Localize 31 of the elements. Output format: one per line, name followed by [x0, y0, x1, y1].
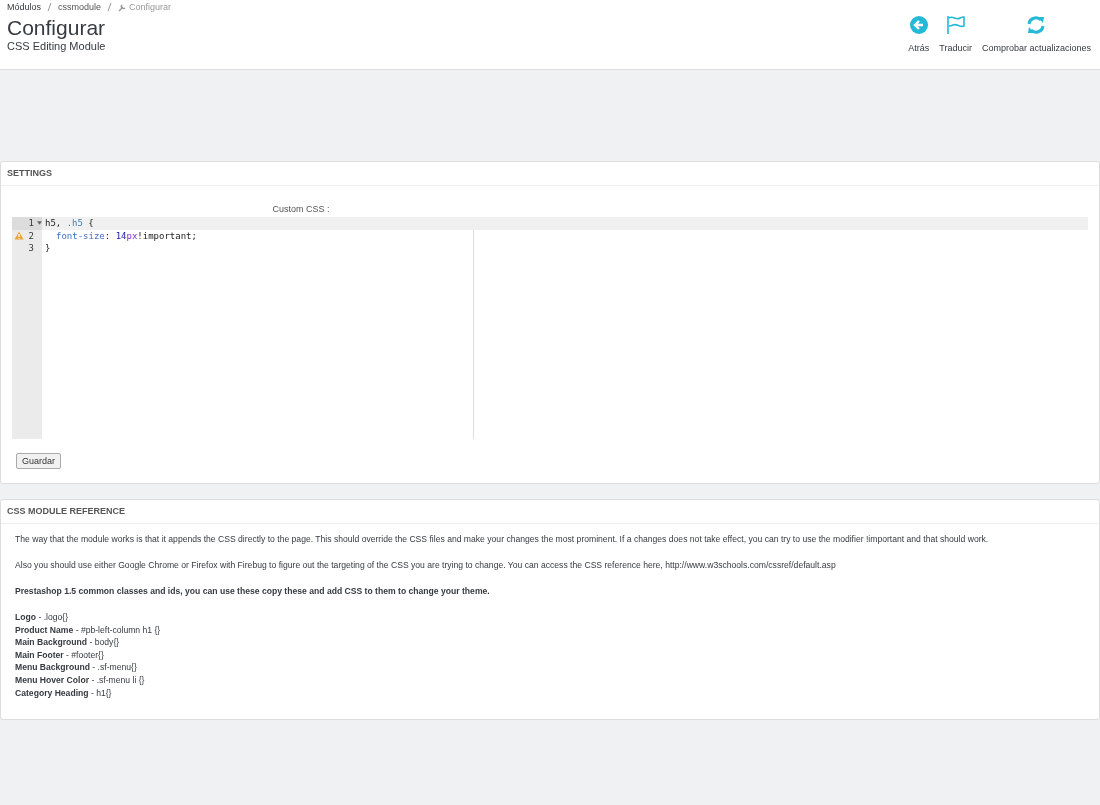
code-line: h5, .h5 {: [45, 218, 94, 228]
reference-item: Logo - .logo{}: [15, 611, 69, 624]
toolbar-button[interactable]: Comprobar actualizaciones: [981, 15, 1091, 55]
breadcrumb-link[interactable]: Módulos: [7, 2, 42, 12]
line-number: 1: [28, 218, 34, 229]
page-title: Configurar: [7, 16, 107, 40]
reference-item: Menu Hover Color - .sf-menu li {}: [15, 673, 146, 687]
panel-heading: SETTINGS: [1, 162, 1099, 186]
flag-icon: [945, 15, 966, 35]
reference-item: Menu Background - .sf-menu{}: [15, 661, 138, 674]
breadcrumb-link[interactable]: cssmodule: [58, 2, 102, 12]
reference-item: Main Footer - #footer{}: [15, 648, 105, 662]
page-subtitle: CSS Editing Module: [7, 40, 107, 53]
field-label: Custom CSS :: [272, 204, 330, 214]
panel-heading: CSS MODULE REFERENCE: [1, 500, 1099, 524]
reference-item: Main Background - body{}: [15, 636, 121, 649]
refresh-icon: [1026, 15, 1047, 35]
code-line: }: [45, 243, 51, 253]
reference-item: Product Name - #pb-left-column h1 {}: [15, 623, 162, 637]
line-number: 3: [28, 243, 34, 254]
line-number: 2: [28, 230, 34, 241]
breadcrumb-current: Configurar: [129, 2, 172, 12]
paragraph: Also you should use either Google Chrome or Firefox with Firebug to figure out the targeting of the CSS you are trying to change. You can access the CSS reference here, http://www.w3schools.com/cssref/default.asp: [15, 560, 837, 571]
code-line: font-size: 14px!important;: [55, 230, 197, 241]
save-button[interactable]: Guardar: [16, 453, 62, 469]
toolbar-button[interactable]: Traducir: [939, 15, 972, 55]
paragraph: The way that the module works is that it appends the CSS directly to the page. This should override the CSS files and make your changes the most prominent. If a changes does not take effect, you can try to use the modifier !important and that should work.: [15, 534, 990, 545]
toolbar-button[interactable]: Atrás: [908, 15, 930, 55]
reference-item: Category Heading - h1{}: [15, 686, 113, 700]
wrench-icon: [118, 2, 128, 12]
paragraph: Prestashop 1.5 common classes and ids, you can use these copy these and add CSS to them to change your theme.: [15, 586, 491, 597]
